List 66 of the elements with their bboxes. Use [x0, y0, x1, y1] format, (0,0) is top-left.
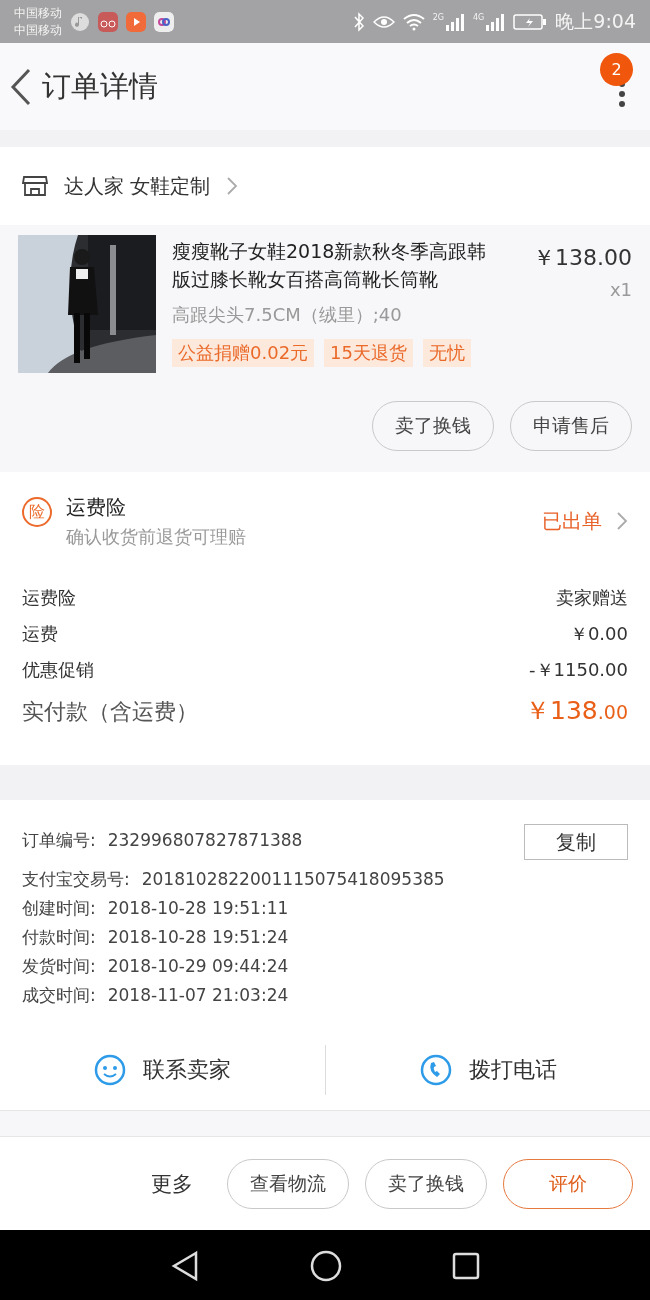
- wifi-icon: [402, 12, 425, 31]
- info-value: 232996807827871388: [107, 829, 303, 852]
- bluetooth-icon: [352, 11, 365, 32]
- info-label: 支付宝交易号:: [22, 868, 130, 891]
- notification-badge: 2: [600, 53, 633, 86]
- product-variant: 高跟尖头7.5CM（绒里）;40: [172, 303, 403, 327]
- info-label: 付款时间:: [22, 926, 96, 949]
- action-button[interactable]: 查看物流: [227, 1158, 349, 1209]
- contact-seller-button[interactable]: 联系卖家: [0, 1052, 325, 1088]
- insurance-icon: 险: [22, 497, 52, 527]
- info-value: 2018-11-07 21:03:24: [107, 984, 289, 1007]
- insurance-subtitle: 确认收货前退货可理赔: [66, 524, 247, 549]
- chat-smile-icon: [93, 1053, 128, 1087]
- fee-value: ￥0.00: [569, 622, 628, 646]
- total-amount: ￥138.00: [525, 695, 628, 727]
- link-app-icon: [154, 11, 174, 32]
- page-title: 订单详情: [42, 67, 158, 105]
- eye-icon: [372, 13, 395, 30]
- signal-icon: [485, 12, 506, 31]
- network-label: 4G: [473, 12, 485, 22]
- home-icon[interactable]: [310, 1250, 342, 1282]
- action-button[interactable]: 评价: [503, 1158, 633, 1209]
- more-link[interactable]: 更多: [151, 1169, 193, 1198]
- fee-label: 运费险: [22, 586, 76, 610]
- total-label: 实付款（含运费）: [22, 698, 198, 726]
- shop-name[interactable]: 达人家 女鞋定制: [64, 172, 211, 200]
- info-value: 2018-10-28 19:51:11: [107, 897, 289, 920]
- info-value: 2018-10-28 19:51:24: [107, 926, 289, 949]
- product-quantity: x1: [609, 279, 632, 300]
- signal-icon: [445, 12, 466, 31]
- fee-value: -￥1150.00: [529, 658, 628, 682]
- fee-label: 运费: [22, 622, 58, 646]
- fee-label: 优惠促销: [22, 658, 94, 682]
- info-label: 发货时间:: [22, 955, 96, 978]
- insurance-title: 运费险: [66, 493, 127, 521]
- call-button[interactable]: 拨打电话: [325, 1052, 650, 1088]
- network-label: 2G: [432, 12, 445, 22]
- shop-icon: [22, 175, 48, 197]
- info-label: 成交时间:: [22, 984, 96, 1007]
- clock-time: 晚上9:04: [555, 8, 636, 34]
- product-price: ￥138.00: [533, 244, 632, 272]
- chevron-right-icon: [226, 176, 239, 196]
- phone-icon: [418, 1053, 453, 1087]
- play-app-icon: [126, 11, 146, 32]
- info-value: 2018-10-29 09:44:24: [107, 955, 289, 978]
- fee-value: 卖家赠送: [556, 586, 628, 610]
- chevron-right-icon: [616, 511, 628, 531]
- service-tag: 公益捐赠0.02元: [172, 339, 315, 367]
- recent-apps-icon[interactable]: [452, 1252, 480, 1280]
- bike-app-icon: [98, 11, 118, 32]
- back-icon[interactable]: [170, 1250, 200, 1282]
- product-title[interactable]: 瘦瘦靴子女鞋2018新款秋冬季高跟韩版过膝长靴女百搭高筒靴长筒靴: [172, 237, 504, 293]
- battery-icon: [513, 12, 548, 31]
- service-tag: 15天退货: [324, 339, 413, 367]
- info-value: 2018102822001115075418095385: [141, 868, 445, 891]
- info-label: 创建时间:: [22, 897, 96, 920]
- music-app-icon: [70, 11, 90, 32]
- service-tag: 无忧: [423, 339, 471, 367]
- back-icon[interactable]: [10, 67, 32, 106]
- carrier-name: 中国移动: [14, 21, 62, 39]
- carrier-name: 中国移动: [14, 4, 62, 22]
- action-button[interactable]: 卖了换钱: [372, 401, 494, 451]
- action-button[interactable]: 申请售后: [510, 401, 632, 451]
- info-label: 订单编号:: [22, 829, 96, 852]
- action-button[interactable]: 卖了换钱: [365, 1158, 487, 1209]
- copy-button[interactable]: 复制: [524, 824, 628, 860]
